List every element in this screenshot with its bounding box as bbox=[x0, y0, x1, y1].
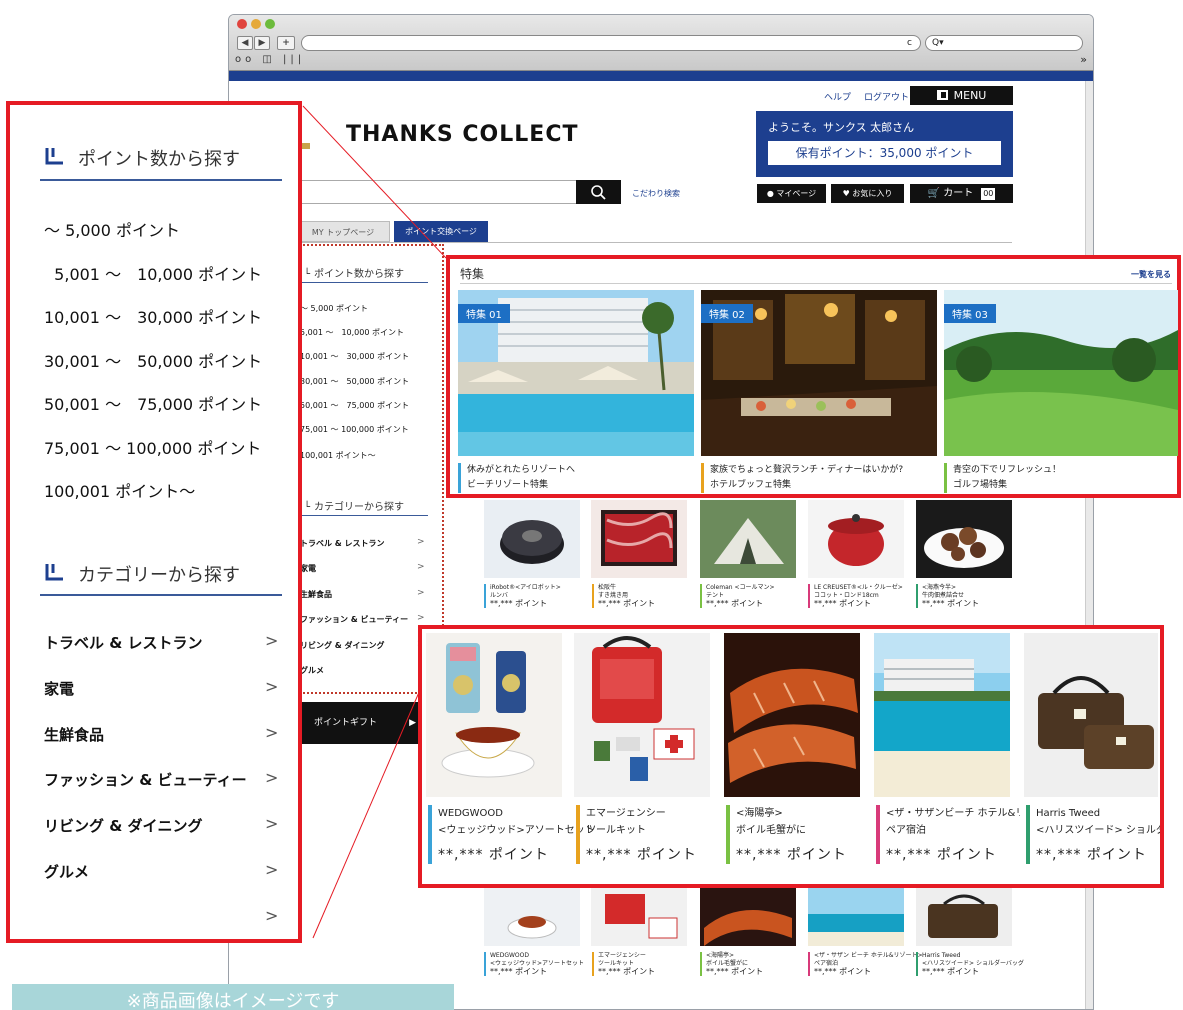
feature-caption-line: 休みがとれたらリゾートへ bbox=[467, 465, 576, 475]
see-all-link[interactable]: 一覧を見る bbox=[1131, 269, 1171, 280]
product-price: **,*** ポイント bbox=[736, 847, 847, 863]
corner-bracket-icon bbox=[45, 564, 63, 581]
product-name: エマージェンシー bbox=[586, 808, 666, 819]
product-image-crab[interactable] bbox=[724, 633, 860, 797]
feature-caption-line: 青空の下でリフレッシュ！ bbox=[953, 465, 1062, 475]
feature-caption[interactable]: 青空の下でリフレッシュ！ ゴルフ場特集 bbox=[944, 463, 1061, 493]
points-range-link[interactable]: 5,001 ～ 10,000 ポイント bbox=[44, 261, 262, 285]
product-caption[interactable]: エマージェンシー ツールキット **,*** ポイント bbox=[576, 805, 697, 864]
product-price: **,*** ポイント bbox=[438, 847, 549, 863]
chevron-right-icon: > bbox=[265, 631, 279, 650]
featured-divider bbox=[460, 283, 1172, 284]
chevron-right-icon: > bbox=[265, 814, 279, 833]
feature-tag: 特集 02 bbox=[701, 304, 753, 323]
product-caption[interactable]: WEDGWOOD <ウェッジウッド>アソートセット **,*** ポイント bbox=[428, 805, 595, 864]
product-sub: <ウェッジウッド>アソートセット bbox=[438, 825, 595, 836]
feature-caption-line: ゴルフ場特集 bbox=[953, 480, 1008, 490]
product-sub: ツールキット bbox=[586, 825, 646, 836]
product-price: **,*** ポイント bbox=[886, 847, 997, 863]
points-range-link[interactable]: 10,001 ～ 30,000 ポイント bbox=[44, 304, 262, 328]
product-image-wedgwood[interactable] bbox=[426, 633, 562, 797]
corner-bracket-icon bbox=[45, 148, 63, 165]
points-range-link[interactable]: 50,001 ～ 75,000 ポイント bbox=[44, 391, 262, 415]
product-sub: <ハリスツイード> ショルダーバッグ bbox=[1036, 825, 1160, 836]
product-zoom-callout: WEDGWOOD <ウェッジウッド>アソートセット **,*** ポイント エマージ… bbox=[418, 625, 1164, 888]
category-heading: カテゴリーから探す bbox=[78, 565, 240, 586]
points-range-link[interactable]: 100,001 ポイント～ bbox=[44, 478, 195, 502]
zoomed-sidebar-callout: ポイント数から探す ～ 5,000 ポイント 5,001 ～ 10,000 ポイ… bbox=[6, 101, 302, 943]
category-link-appliances[interactable]: 家電 bbox=[44, 678, 74, 699]
heading-divider bbox=[40, 594, 282, 596]
product-caption[interactable]: <海陽亭> ボイル毛蟹がに **,*** ポイント bbox=[726, 805, 847, 864]
chevron-right-icon: > bbox=[265, 860, 279, 879]
product-sub: ボイル毛蟹がに bbox=[736, 825, 806, 836]
product-price: **,*** ポイント bbox=[1036, 847, 1147, 863]
points-heading: ポイント数から探す bbox=[78, 149, 240, 170]
product-name: Harris Tweed bbox=[1036, 808, 1101, 819]
points-range-link[interactable]: 30,001 ～ 50,000 ポイント bbox=[44, 348, 262, 372]
feature-caption[interactable]: 家族でちょっと贅沢ランチ・ディナーはいかが? ホテルブッフェ特集 bbox=[701, 463, 903, 493]
feature-image-golf[interactable]: 特集 03 bbox=[944, 290, 1178, 456]
feature-image-buffet[interactable]: 特集 02 bbox=[701, 290, 937, 456]
feature-caption-line: 家族でちょっと贅沢ランチ・ディナーはいかが? bbox=[710, 465, 904, 475]
product-image-emergency-kit[interactable] bbox=[574, 633, 710, 797]
featured-callout: 特集 一覧を見る 特集 01 特集 02 特集 03 休みがとれたらリゾートへ … bbox=[446, 255, 1181, 498]
product-caption[interactable]: Harris Tweed <ハリスツイード> ショルダーバッグ **,*** ポイン… bbox=[1026, 805, 1160, 864]
feature-tag: 特集 03 bbox=[944, 304, 996, 323]
product-name: <海陽亭> bbox=[736, 808, 783, 819]
feature-caption-line: ホテルブッフェ特集 bbox=[710, 480, 792, 490]
feature-tag: 特集 01 bbox=[458, 304, 510, 323]
category-link-travel[interactable]: トラベル & レストラン bbox=[44, 632, 203, 653]
category-link-fresh-food[interactable]: 生鮮食品 bbox=[44, 724, 104, 745]
points-range-link[interactable]: ～ 5,000 ポイント bbox=[44, 217, 180, 241]
featured-heading: 特集 bbox=[460, 267, 485, 281]
image-note-banner: ※商品画像はイメージです bbox=[12, 984, 454, 1010]
points-range-link[interactable]: 75,001 ～ 100,000 ポイント bbox=[44, 435, 261, 459]
feature-caption[interactable]: 休みがとれたらリゾートへ ビーチリゾート特集 bbox=[458, 463, 575, 493]
product-image-resort[interactable] bbox=[874, 633, 1010, 797]
chevron-right-icon: > bbox=[265, 677, 279, 696]
chevron-right-icon: > bbox=[265, 723, 279, 742]
category-link-fashion[interactable]: ファッション & ビューティー bbox=[44, 769, 247, 790]
product-caption[interactable]: <ザ・サザンビーチ ホテル&リゾート> ペア宿泊 **,*** ポイント bbox=[876, 805, 1020, 864]
product-name: <ザ・サザンビーチ ホテル&リゾート> bbox=[886, 808, 1020, 819]
category-link-living[interactable]: リビング & ダイニング bbox=[44, 815, 203, 836]
product-sub: ペア宿泊 bbox=[886, 825, 926, 836]
feature-image-beach[interactable]: 特集 01 bbox=[458, 290, 694, 456]
feature-caption-line: ビーチリゾート特集 bbox=[467, 480, 549, 490]
chevron-right-icon: > bbox=[265, 906, 279, 925]
product-name: WEDGWOOD bbox=[438, 808, 503, 819]
product-price: **,*** ポイント bbox=[586, 847, 697, 863]
chevron-right-icon: > bbox=[265, 768, 279, 787]
product-image-bag[interactable] bbox=[1024, 633, 1158, 797]
heading-divider bbox=[40, 179, 282, 181]
category-link-gourmet[interactable]: グルメ bbox=[44, 861, 89, 882]
